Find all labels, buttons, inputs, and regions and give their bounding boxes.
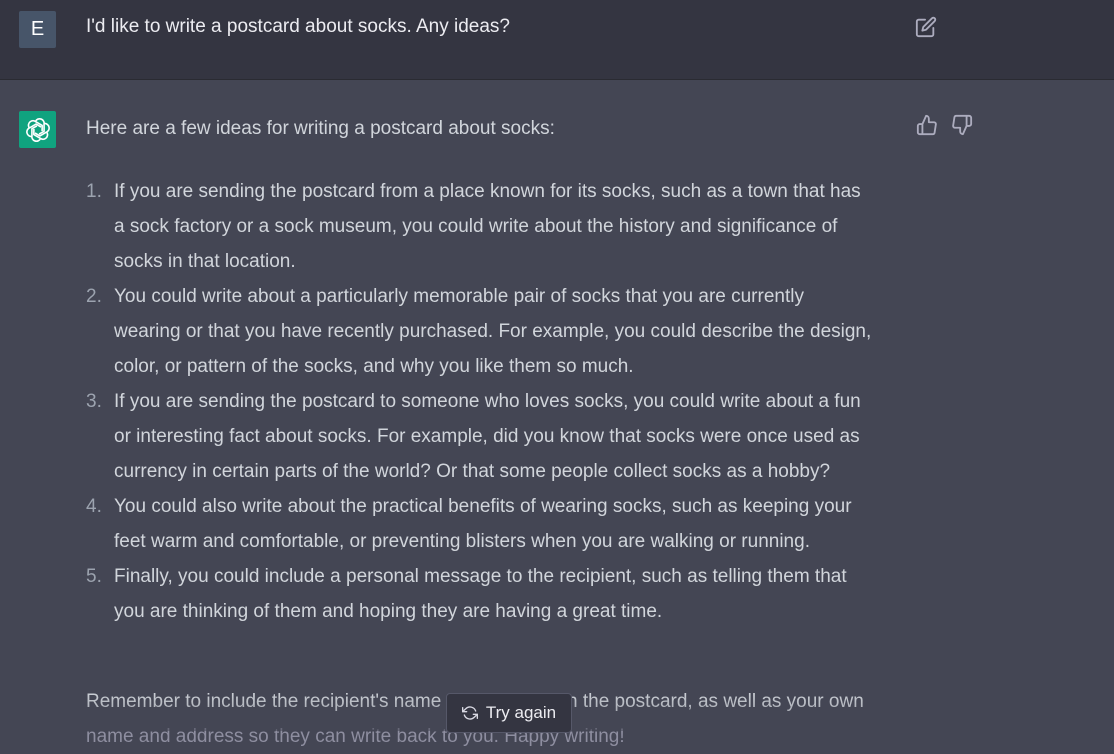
list-item: 1. If you are sending the postcard from … — [86, 174, 916, 279]
list-item: 3. If you are sending the postcard to so… — [86, 384, 916, 489]
user-message-text: I'd like to write a postcard about socks… — [86, 16, 510, 37]
refresh-icon — [461, 705, 478, 721]
thumbs-up-icon[interactable] — [916, 114, 938, 136]
list-line: You could also write about the practical… — [114, 496, 852, 517]
try-again-label: Try again — [485, 703, 557, 722]
list-line: a sock factory or a sock museum, you cou… — [114, 216, 838, 237]
try-again-button[interactable]: Try again — [446, 693, 572, 733]
ideas-list: 1. If you are sending the postcard from … — [86, 174, 916, 629]
user-message-row: E I'd like to write a postcard about soc… — [0, 0, 1114, 80]
list-line: You could write about a particularly mem… — [114, 286, 804, 307]
list-number: 2. — [86, 286, 102, 307]
list-line: socks in that location. — [114, 251, 296, 272]
list-number: 4. — [86, 496, 102, 517]
list-item: 5. Finally, you could include a personal… — [86, 559, 916, 629]
openai-logo-icon — [19, 111, 56, 148]
list-line: currency in certain parts of the world? … — [114, 461, 831, 482]
user-avatar: E — [19, 11, 56, 48]
list-number: 5. — [86, 566, 102, 587]
list-line: you are thinking of them and hoping they… — [114, 601, 663, 622]
assistant-message-content: Here are a few ideas for writing a postc… — [86, 114, 916, 747]
list-number: 1. — [86, 181, 102, 202]
list-line: If you are sending the postcard from a p… — [114, 181, 861, 202]
list-line: If you are sending the postcard to someo… — [114, 391, 861, 412]
list-line: feet warm and comfortable, or preventing… — [114, 531, 810, 552]
list-number: 3. — [86, 391, 102, 412]
list-line: color, or pattern of the socks, and why … — [114, 356, 634, 377]
list-item: 2. You could write about a particularly … — [86, 279, 916, 384]
list-line: Finally, you could include a personal me… — [114, 566, 847, 587]
assistant-message-row: Here are a few ideas for writing a postc… — [0, 80, 1114, 747]
list-line: or interesting fact about socks. For exa… — [114, 426, 860, 447]
edit-icon[interactable] — [915, 16, 937, 38]
list-line: wearing or that you have recently purcha… — [114, 321, 872, 342]
list-item: 4. You could also write about the practi… — [86, 489, 916, 559]
thumbs-down-icon[interactable] — [951, 114, 973, 136]
assistant-intro: Here are a few ideas for writing a postc… — [86, 118, 555, 139]
